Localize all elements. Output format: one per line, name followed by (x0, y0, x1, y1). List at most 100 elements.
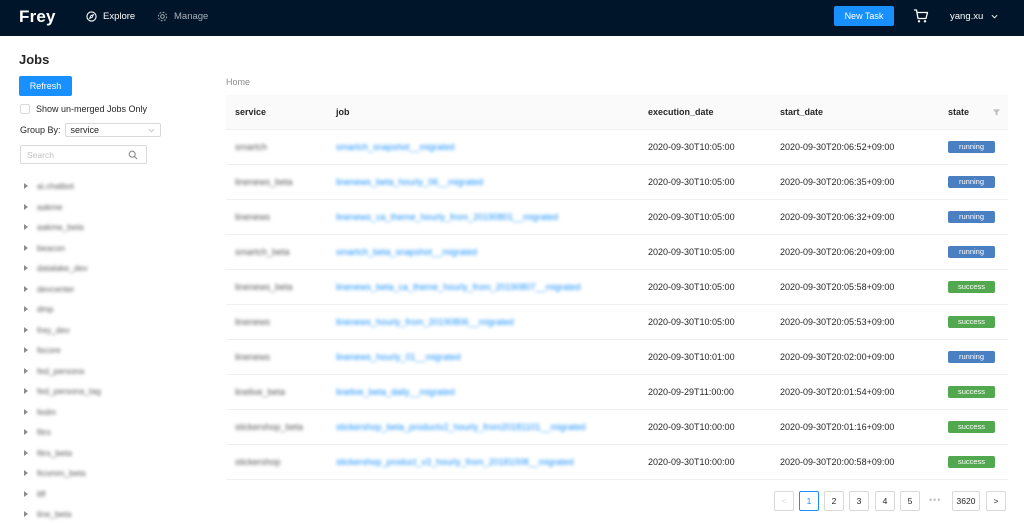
tree-item[interactable]: fed_persona_tag (24, 381, 174, 402)
tree-item[interactable]: fitrs_beta (24, 443, 174, 464)
refresh-button[interactable]: Refresh (19, 76, 72, 96)
page-5-button[interactable]: 5 (900, 491, 920, 511)
status-badge: running (948, 246, 995, 258)
search-icon[interactable] (128, 150, 138, 160)
job-link[interactable]: linenews_ca_theme_hourly_from_20190801__… (336, 212, 558, 222)
cart-icon[interactable] (913, 8, 929, 24)
caret-right-icon[interactable] (24, 183, 28, 190)
prev-page-button[interactable]: < (774, 491, 794, 511)
pagination-ellipsis[interactable]: ••• (929, 495, 941, 505)
caret-right-icon[interactable] (24, 347, 28, 354)
status-badge: success (948, 316, 995, 328)
caret-right-icon[interactable] (24, 203, 28, 210)
job-link[interactable]: smartch_snapshot__migrated (336, 142, 455, 152)
user-name: yang.xu (950, 11, 984, 22)
breadcrumb[interactable]: Home (226, 77, 250, 87)
status-badge: success (948, 421, 995, 433)
table-row: stickershop stickershop_product_v3_hourly… (226, 445, 1008, 480)
caret-right-icon[interactable] (24, 449, 28, 456)
cell-start-date: 2020-09-30T20:05:58+09:00 (780, 282, 895, 292)
cell-state: running (948, 141, 995, 153)
nav-explore-label: Explore (103, 11, 136, 22)
caret-right-icon[interactable] (24, 408, 28, 415)
job-link[interactable]: linenews_beta_hourly_06__migrated (336, 177, 483, 187)
tree-item-label: fed_persona_tag (37, 386, 101, 397)
table-row: linelive_beta linelive_beta_daily__migrat… (226, 375, 1008, 410)
brand-logo[interactable]: Frey (19, 7, 56, 27)
nav-manage-label: Manage (174, 11, 209, 22)
caret-right-icon[interactable] (24, 306, 28, 313)
jobs-title: Jobs (19, 52, 50, 67)
next-page-button[interactable]: > (986, 491, 1006, 511)
cell-start-date: 2020-09-30T20:05:53+09:00 (780, 317, 895, 327)
cell-service: linenews (235, 352, 271, 362)
tree-item[interactable]: aakme (24, 197, 174, 218)
cell-service: linenews (235, 212, 271, 222)
tree-item[interactable]: frey_dev (24, 320, 174, 341)
tree-item[interactable]: ficomm_beta (24, 463, 174, 484)
tree-item[interactable]: ai.chatbot (24, 176, 174, 197)
new-task-button[interactable]: New Task (834, 6, 894, 26)
unmerged-jobs-toggle[interactable]: Show un-merged Jobs Only (20, 104, 147, 114)
tree-item[interactable]: datalake_dev (24, 258, 174, 279)
unmerged-jobs-checkbox[interactable] (20, 104, 30, 114)
table-body: smartch smartch_snapshot__migrated 2020-09… (226, 130, 1008, 480)
tree-item-label: dmp (37, 304, 54, 315)
job-link[interactable]: linelive_beta_daily__migrated (336, 387, 455, 397)
caret-right-icon[interactable] (24, 326, 28, 333)
caret-right-icon[interactable] (24, 224, 28, 231)
caret-right-icon[interactable] (24, 511, 28, 518)
page-4-button[interactable]: 4 (875, 491, 895, 511)
filter-icon[interactable] (992, 108, 1001, 117)
caret-right-icon[interactable] (24, 470, 28, 477)
cell-state: success (948, 386, 995, 398)
nav-explore[interactable]: Explore (86, 11, 135, 22)
user-menu[interactable]: yang.xu (950, 11, 998, 22)
column-start-date: start_date (780, 107, 824, 117)
cell-state: running (948, 246, 995, 258)
tree-item[interactable]: beacon (24, 238, 174, 259)
tree-item-label: aakme_beta (37, 222, 84, 233)
caret-right-icon[interactable] (24, 429, 28, 436)
tree-item-label: frey_dev (37, 324, 70, 335)
column-job: job (336, 107, 350, 117)
tree-item[interactable]: fecore (24, 340, 174, 361)
nav-manage[interactable]: Manage (157, 11, 208, 22)
page-1-button[interactable]: 1 (799, 491, 819, 511)
caret-right-icon[interactable] (24, 285, 28, 292)
group-by-select[interactable]: service (64, 123, 161, 137)
job-link[interactable]: smartch_beta_snapshot__migrated (336, 247, 477, 257)
caret-right-icon[interactable] (24, 367, 28, 374)
job-link[interactable]: linenews_hourly_01__migrated (336, 352, 461, 362)
compass-icon (86, 11, 97, 22)
job-link[interactable]: linenews_beta_ca_theme_hourly_from_20190… (336, 282, 581, 292)
job-link[interactable]: stickershop_product_v3_hourly_from_20181… (336, 457, 574, 467)
job-link[interactable]: stickershop_beta_productv2_hourly_from20… (336, 422, 586, 432)
caret-right-icon[interactable] (24, 265, 28, 272)
caret-right-icon[interactable] (24, 388, 28, 395)
tree-item[interactable]: devcenter (24, 279, 174, 300)
cell-start-date: 2020-09-30T20:06:32+09:00 (780, 212, 895, 222)
jobs-table: service job execution_date start_date st… (226, 95, 1008, 480)
job-link[interactable]: linenews_hourly_from_20190806__migrated (336, 317, 514, 327)
cell-execution-date: 2020-09-30T10:05:00 (648, 177, 735, 187)
last-page-button[interactable]: 3620 (952, 491, 980, 511)
group-by: Group By: service (20, 123, 161, 137)
table-header: service job execution_date start_date st… (226, 95, 1008, 130)
cell-start-date: 2020-09-30T20:01:54+09:00 (780, 387, 895, 397)
chevron-down-icon (991, 14, 998, 19)
tree-item[interactable]: aakme_beta (24, 217, 174, 238)
cell-service: stickershop_beta (235, 422, 304, 432)
caret-right-icon[interactable] (24, 244, 28, 251)
cell-service: smartch_beta (235, 247, 290, 257)
tree-item[interactable]: fedm (24, 402, 174, 423)
tree-item[interactable]: fitrs (24, 422, 174, 443)
tree-item[interactable]: dmp (24, 299, 174, 320)
tree-item-label: fedm (37, 406, 56, 417)
page-2-button[interactable]: 2 (824, 491, 844, 511)
page-3-button[interactable]: 3 (849, 491, 869, 511)
search-input[interactable] (27, 149, 127, 160)
top-navbar: Frey Explore Manage New Task yang.xu (0, 0, 1024, 36)
tree-item[interactable]: fed_persona (24, 361, 174, 382)
table-row: linenews linenews_hourly_01__migrated 2020… (226, 340, 1008, 375)
